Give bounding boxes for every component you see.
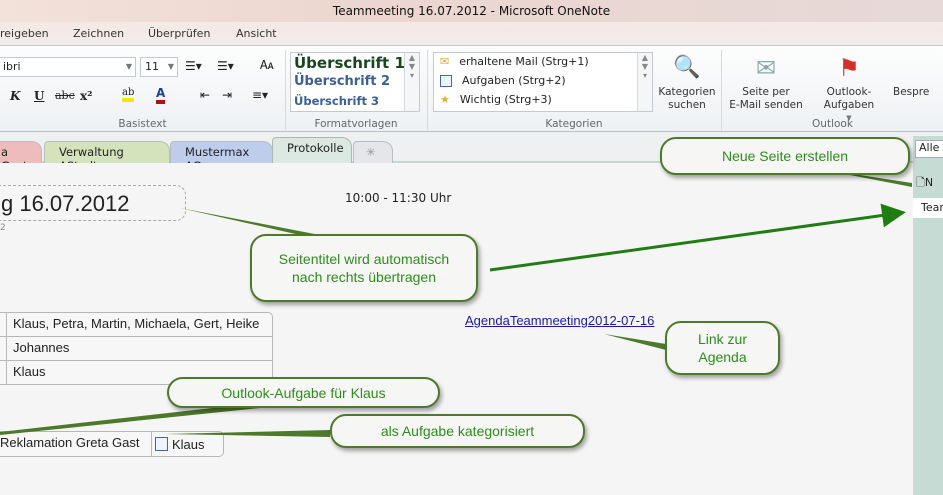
callout-pointer (165, 430, 330, 437)
callout-outlook-task: Outlook-Aufgabe für Klaus (167, 377, 440, 408)
callout-page-title: Seitentitel wird automatisch nach rechts… (250, 234, 478, 302)
callout-link: Link zur Agenda (665, 321, 780, 375)
callout-pointer (0, 406, 260, 435)
callout-pointer (604, 334, 666, 350)
arrow (489, 203, 906, 272)
callout-new-page: Neue Seite erstellen (660, 137, 910, 175)
callout-pointer (180, 208, 330, 237)
callout-category: als Aufgabe kategorisiert (330, 414, 585, 448)
